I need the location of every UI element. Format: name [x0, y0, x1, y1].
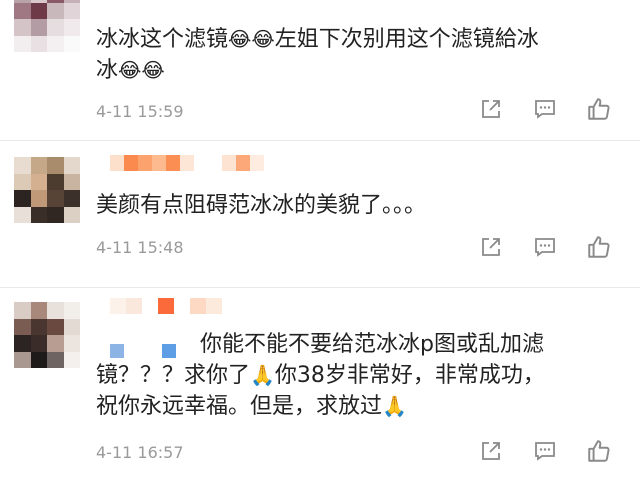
comment-actions — [478, 96, 612, 122]
like-icon — [588, 440, 610, 462]
share-button[interactable] — [478, 438, 504, 464]
comment-timestamp: 4-11 15:48 — [96, 238, 184, 257]
comment-icon — [535, 100, 555, 119]
share-icon — [482, 100, 500, 118]
comment-item: 美颜有点阻碍范冰冰的美貌了。。。 4-11 15:48 — [0, 141, 640, 287]
share-button[interactable] — [478, 96, 504, 122]
like-button[interactable] — [586, 96, 612, 122]
comment-text: 你能不能不要给范冰冰p图或乱加滤 镜？？？求你了🙏你38岁非常好，非常成功， 祝… — [96, 332, 545, 419]
like-icon — [588, 98, 610, 120]
comment-button[interactable] — [532, 96, 558, 122]
avatar[interactable] — [14, 0, 80, 52]
share-icon — [482, 238, 500, 256]
comment-icon — [535, 442, 555, 461]
share-button[interactable] — [478, 234, 504, 260]
laughing-crying-emoji: 😂😂 — [228, 27, 275, 51]
comment-actions — [478, 234, 612, 260]
comment-item: 你能不能不要给范冰冰p图或乱加滤 镜？？？求你了🙏你38岁非常好，非常成功， 祝… — [0, 288, 640, 477]
comment-item: 冰冰这个滤镜😂😂左姐下次别用这个滤镜給冰 冰😂😂 4-11 15:59 — [0, 0, 640, 140]
comment-timestamp: 4-11 16:57 — [96, 443, 184, 462]
comment-timestamp: 4-11 15:59 — [96, 102, 184, 121]
username-redacted[interactable] — [110, 298, 222, 318]
comment-icon — [535, 238, 555, 257]
share-icon — [482, 442, 500, 460]
avatar[interactable] — [14, 302, 80, 368]
praying-hands-emoji: 🙏 — [382, 394, 407, 418]
praying-hands-emoji: 🙏 — [250, 363, 275, 387]
comment-text: 冰冰这个滤镜😂😂左姐下次别用这个滤镜給冰 冰😂😂 — [96, 27, 539, 83]
laughing-crying-emoji: 😂😂 — [118, 58, 165, 82]
avatar[interactable] — [14, 157, 80, 223]
like-button[interactable] — [586, 234, 612, 260]
comment-button[interactable] — [532, 234, 558, 260]
like-icon — [588, 236, 610, 258]
like-button[interactable] — [586, 438, 612, 464]
comment-text: 美颜有点阻碍范冰冰的美貌了。。。 — [96, 193, 427, 218]
username-redacted[interactable] — [110, 155, 264, 175]
comment-button[interactable] — [532, 438, 558, 464]
comment-actions — [478, 438, 612, 464]
